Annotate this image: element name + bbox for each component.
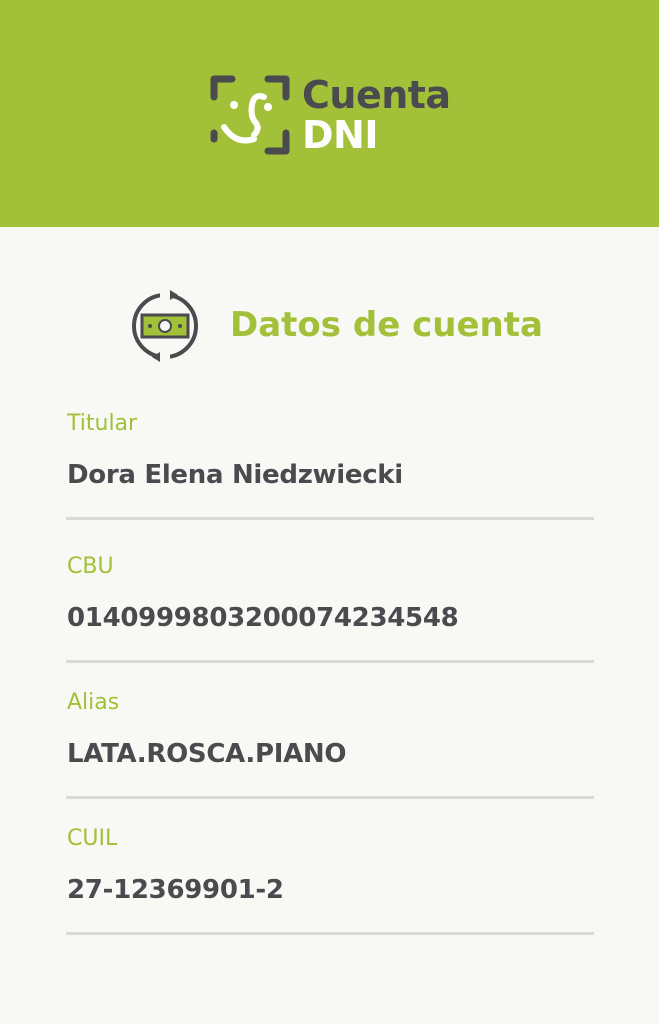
divider [66, 932, 594, 935]
field-value: 27-12369901-2 [67, 875, 284, 905]
field-value: Dora Elena Niedzwiecki [67, 460, 403, 490]
field-value: 0140999803200074234548 [67, 603, 459, 633]
divider [66, 660, 594, 663]
field-label: Alias [67, 690, 120, 715]
section-title: Datos de cuenta [230, 305, 543, 345]
field-label: Titular [67, 411, 138, 436]
brand-name-line1: Cuenta [302, 73, 451, 117]
field-cbu: CBU 0140999803200074234548 [66, 553, 594, 693]
field-value: LATA.ROSCA.PIANO [67, 739, 347, 769]
divider [66, 517, 594, 520]
field-alias: Alias LATA.ROSCA.PIANO [66, 689, 594, 829]
money-exchange-icon [132, 290, 198, 362]
app-header: Cuenta DNI [0, 0, 659, 227]
brand-name-line2: DNI [302, 113, 378, 157]
field-label: CBU [67, 554, 114, 579]
face-scan-icon [210, 75, 290, 155]
section-header: Datos de cuenta [130, 290, 550, 364]
cuenta-dni-logo: Cuenta DNI [210, 73, 470, 157]
field-label: CUIL [67, 826, 118, 851]
field-cuil: CUIL 27-12369901-2 [66, 825, 594, 965]
field-titular: Titular Dora Elena Niedzwiecki [66, 410, 594, 550]
divider [66, 796, 594, 799]
